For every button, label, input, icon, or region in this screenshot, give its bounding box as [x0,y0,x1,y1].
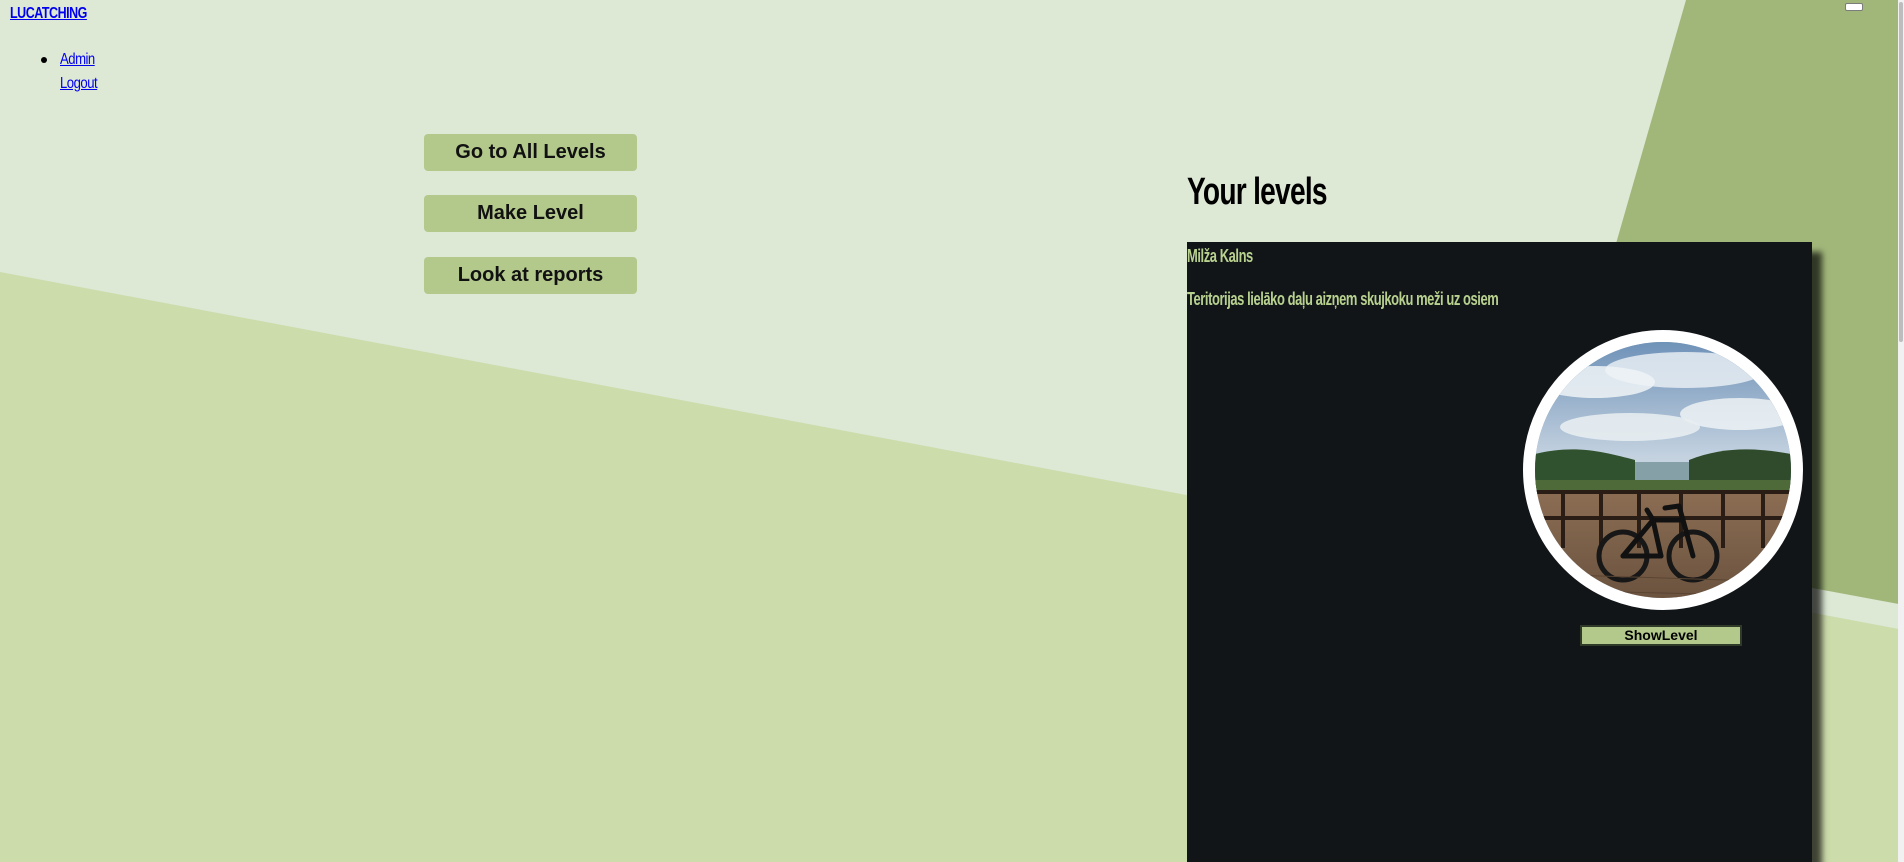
scrollbar-thumb[interactable] [1899,2,1903,342]
level-name: Milža Kalns [1187,246,1253,266]
level-image [1523,330,1803,610]
go-to-all-levels-button[interactable]: Go to All Levels [424,134,637,171]
scrollbar[interactable] [1898,0,1904,862]
nav-item-admin: Admin Logout [40,48,105,96]
show-level-button[interactable]: ShowLevel [1580,625,1742,646]
your-levels-title: Your levels [1187,171,1328,213]
brand-link[interactable]: LUCATCHING [10,5,87,23]
nav-link-admin[interactable]: Admin [60,48,97,72]
level-card: Milža Kalns Teritorijas lielāko daļu aiz… [1187,242,1812,862]
nav-list: Admin Logout [40,48,105,96]
make-level-button[interactable]: Make Level [424,195,637,232]
lake-bicycle-photo [1535,342,1791,598]
bullet-icon [41,57,47,63]
nav-link-logout[interactable]: Logout [60,72,98,96]
look-at-reports-button[interactable]: Look at reports [424,257,637,294]
window-toggle-icon[interactable] [1845,3,1863,11]
level-description: Teritorijas lielāko daļu aizņem skujkoku… [1187,289,1499,309]
